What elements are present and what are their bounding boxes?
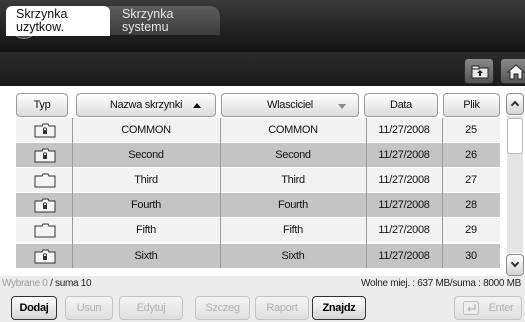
file-count-cell: 27 [465, 174, 477, 186]
table-row[interactable]: Fifth Fifth 11/27/2008 29 [16, 218, 500, 242]
owner-cell: Second [275, 149, 311, 161]
enter-button[interactable]: Enter [454, 296, 522, 320]
date-cell: 11/27/2008 [378, 250, 430, 262]
file-count-cell: 28 [465, 199, 477, 211]
owner-cell: Fourth [278, 199, 308, 211]
type-cell [16, 143, 72, 167]
column-header-owner-label: Wlasciciel [267, 99, 313, 111]
type-cell [16, 244, 72, 268]
tab-user-box-line2: uzytkow. [16, 19, 64, 34]
chevron-down-icon [510, 258, 520, 268]
type-cell [16, 168, 72, 192]
column-divider [442, 118, 443, 268]
chevron-up-icon [510, 100, 520, 110]
find-button[interactable]: Znajdz [312, 296, 366, 320]
column-header-file[interactable]: Plik [443, 93, 500, 117]
status-bar: Wybrane 0 / suma 10 Wolne miej. : 637 MB… [0, 276, 525, 292]
date-cell: 11/27/2008 [378, 124, 430, 136]
table-row[interactable]: Sixth Sixth 11/27/2008 30 [16, 244, 500, 268]
box-name-cell: Fifth [136, 224, 156, 236]
locked-folder-icon [34, 249, 56, 264]
folder-icon [34, 223, 56, 238]
file-count-cell: 26 [465, 149, 477, 161]
report-button[interactable]: Raport [255, 296, 309, 320]
locked-folder-icon [34, 198, 56, 213]
column-divider [366, 118, 367, 268]
tab-user-box[interactable]: Skrzynka uzytkow. [6, 6, 110, 36]
box-name-cell: Second [128, 149, 164, 161]
tab-strip [0, 52, 525, 86]
box-name-cell: COMMON [121, 124, 171, 136]
scroll-up-button[interactable] [506, 93, 524, 115]
date-cell: 11/27/2008 [378, 224, 430, 236]
selection-count: Wybrane 0 / suma 10 [2, 276, 92, 292]
document-box-screen: ? Skrzynka systemu Skrzynka uzytkow. Typ… [0, 0, 525, 322]
tab-user-box-line1: Skrzynka [16, 7, 68, 21]
home-button[interactable] [500, 58, 525, 84]
add-button[interactable]: Dodaj [11, 296, 57, 320]
box-name-cell: Third [134, 174, 158, 186]
sort-ascending-icon [193, 103, 201, 108]
file-count-cell: 29 [465, 224, 477, 236]
scrollbar-thumb[interactable] [507, 118, 523, 154]
file-count-cell: 25 [465, 124, 477, 136]
upload-folder-icon [471, 65, 489, 79]
column-header-type[interactable]: Typ [16, 93, 68, 117]
upload-folder-button[interactable] [464, 58, 494, 84]
column-header-box-name[interactable]: Nazwa skrzynki [76, 93, 216, 117]
column-header-box-name-label: Nazwa skrzynki [109, 99, 183, 111]
edit-button[interactable]: Edytuj [119, 296, 183, 320]
box-name-cell: Sixth [134, 250, 158, 262]
locked-folder-icon [34, 148, 56, 163]
enter-button-label: Enter [488, 302, 514, 314]
total-count: / suma 10 [50, 278, 92, 289]
type-cell [16, 218, 72, 242]
table-row[interactable]: Second Second 11/27/2008 26 [16, 143, 500, 167]
owner-cell: Third [281, 174, 305, 186]
date-cell: 11/27/2008 [378, 199, 430, 211]
type-cell [16, 118, 72, 142]
table-row[interactable]: Fourth Fourth 11/27/2008 28 [16, 193, 500, 217]
tab-system-box[interactable]: Skrzynka systemu [100, 6, 220, 35]
sort-descending-icon [338, 104, 346, 109]
owner-cell: Sixth [281, 250, 305, 262]
column-header-date[interactable]: Data [364, 93, 438, 117]
selected-count: Wybrane 0 [2, 278, 48, 289]
file-count-cell: 30 [465, 250, 477, 262]
free-space: Wolne miej. : 637 MB/suma : 8000 MB [361, 278, 521, 289]
tab-system-box-line1: Skrzynka [122, 7, 174, 21]
date-cell: 11/27/2008 [378, 174, 430, 186]
locked-folder-icon [34, 123, 56, 138]
date-cell: 11/27/2008 [378, 149, 430, 161]
owner-cell: COMMON [268, 124, 318, 136]
table-row[interactable]: Third Third 11/27/2008 27 [16, 168, 500, 192]
enter-icon [463, 301, 479, 315]
scroll-down-button[interactable] [506, 254, 524, 276]
tab-system-box-line2: systemu [122, 19, 169, 34]
table-row[interactable]: COMMON COMMON 11/27/2008 25 [16, 118, 500, 142]
column-header-owner[interactable]: Wlasciciel [221, 93, 359, 117]
delete-button[interactable]: Usun [65, 296, 113, 320]
type-cell [16, 193, 72, 217]
column-divider [220, 118, 221, 268]
owner-cell: Fifth [283, 224, 303, 236]
home-icon [507, 64, 525, 80]
details-button[interactable]: Szczeg [195, 296, 250, 320]
column-divider [72, 118, 73, 268]
folder-icon [34, 173, 56, 188]
box-name-cell: Fourth [131, 199, 161, 211]
